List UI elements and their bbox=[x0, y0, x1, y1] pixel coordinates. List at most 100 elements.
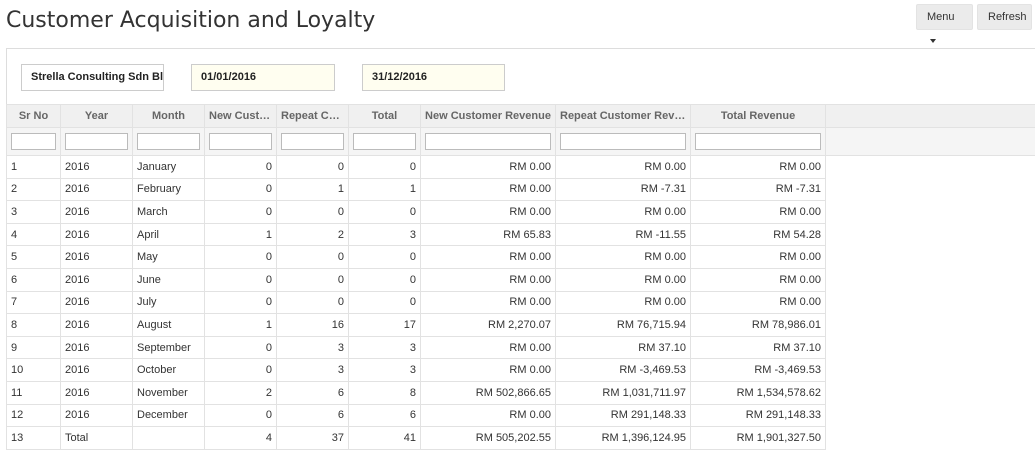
table-row[interactable]: 8 2016 August 1 16 17 RM 2,270.07 RM 76,715.94 R… bbox=[6, 313, 1035, 337]
filter-cell bbox=[276, 127, 349, 156]
col-header-total-revenue[interactable]: Total Revenue bbox=[690, 104, 826, 128]
filter-month-input[interactable] bbox=[137, 133, 200, 150]
cell-year: 2016 bbox=[60, 155, 133, 179]
cell-new-customer-revenue: RM 0.00 bbox=[420, 358, 556, 382]
table-row[interactable]: 2 2016 February 0 1 1 RM 0.00 RM -7.31 RM -7.31 bbox=[6, 177, 1035, 202]
table-row[interactable]: 1 2016 January 0 0 0 RM 0.00 RM 0.00 RM 0.00 bbox=[6, 155, 1035, 179]
cell-repeat-customer-revenue: RM -3,469.53 bbox=[555, 358, 691, 382]
cell-new-customer-revenue: RM 65.83 bbox=[420, 222, 556, 247]
row-spacer bbox=[825, 291, 1035, 314]
col-header-new-customer-revenue[interactable]: New Customer Revenue bbox=[420, 104, 556, 128]
filter-repeat-customers-input[interactable] bbox=[281, 133, 344, 150]
cell-repeat-customer-revenue: RM 0.00 bbox=[555, 200, 691, 224]
table-row[interactable]: 4 2016 April 1 2 3 RM 65.83 RM -11.55 RM 54.28 bbox=[6, 222, 1035, 247]
cell-new-customers: 0 bbox=[204, 245, 277, 269]
refresh-button[interactable]: Refresh bbox=[977, 4, 1032, 30]
cell-total-revenue: RM 54.28 bbox=[690, 222, 826, 247]
cell-repeat-customer-revenue: RM 0.00 bbox=[555, 245, 691, 269]
cell-total: 1 bbox=[348, 177, 421, 202]
cell-repeat-customer-revenue: RM -11.55 bbox=[555, 222, 691, 247]
cell-month: March bbox=[132, 200, 205, 224]
filter-new-customers-input[interactable] bbox=[209, 133, 272, 150]
cell-repeat-customer-revenue: RM 1,396,124.95 bbox=[555, 426, 691, 450]
cell-repeat-customers: 0 bbox=[276, 200, 349, 224]
cell-year: 2016 bbox=[60, 245, 133, 269]
filter-cell bbox=[555, 127, 691, 156]
cell-repeat-customers: 6 bbox=[276, 403, 349, 428]
cell-month: July bbox=[132, 290, 205, 315]
col-header-month[interactable]: Month bbox=[132, 104, 205, 128]
table-row[interactable]: 11 2016 November 2 6 8 RM 502,866.65 RM 1,031,7… bbox=[6, 380, 1035, 405]
cell-month: September bbox=[132, 335, 205, 360]
cell-month: February bbox=[132, 177, 205, 202]
col-header-sr-no[interactable]: Sr No bbox=[6, 104, 61, 128]
filter-total-revenue-input[interactable] bbox=[695, 133, 821, 150]
cell-repeat-customer-revenue: RM 37.10 bbox=[555, 335, 691, 360]
row-spacer bbox=[825, 381, 1035, 405]
company-filter[interactable]: Strella Consulting Sdn Bl bbox=[21, 64, 164, 91]
page-title: Customer Acquisition and Loyalty bbox=[6, 8, 376, 33]
start-date-field[interactable]: 01/01/2016 bbox=[191, 64, 335, 91]
cell-repeat-customers: 3 bbox=[276, 358, 349, 382]
cell-new-customers: 0 bbox=[204, 177, 277, 202]
cell-new-customers: 0 bbox=[204, 358, 277, 382]
cell-total-revenue: RM 0.00 bbox=[690, 290, 826, 315]
cell-new-customers: 4 bbox=[204, 426, 277, 450]
filter-total-input[interactable] bbox=[353, 133, 416, 150]
table-row[interactable]: 10 2016 October 0 3 3 RM 0.00 RM -3,469.53 RM -3… bbox=[6, 358, 1035, 382]
col-header-repeat-customers[interactable]: Repeat Cus... bbox=[276, 104, 349, 128]
menu-button[interactable]: Menu bbox=[916, 4, 973, 44]
cell-total: 0 bbox=[348, 267, 421, 292]
table-row[interactable]: 9 2016 September 0 3 3 RM 0.00 RM 37.10 RM 37.10 bbox=[6, 335, 1035, 360]
filter-cell bbox=[420, 127, 556, 156]
menu-label: Menu bbox=[927, 11, 955, 23]
cell-sr-no: 13 bbox=[6, 426, 61, 450]
cell-new-customer-revenue: RM 0.00 bbox=[420, 290, 556, 315]
col-header-repeat-customer-revenue[interactable]: Repeat Customer Reve... bbox=[555, 104, 691, 128]
cell-new-customer-revenue: RM 0.00 bbox=[420, 335, 556, 360]
cell-repeat-customer-revenue: RM 0.00 bbox=[555, 267, 691, 292]
cell-month: October bbox=[132, 358, 205, 382]
filter-spacer bbox=[825, 127, 1035, 156]
filter-sr-no-input[interactable] bbox=[11, 133, 56, 150]
cell-year: 2016 bbox=[60, 177, 133, 202]
cell-total: 0 bbox=[348, 155, 421, 179]
cell-total: 3 bbox=[348, 358, 421, 382]
cell-month: November bbox=[132, 380, 205, 405]
table-row[interactable]: 13 Total 4 37 41 RM 505,202.55 RM 1,396,124.95… bbox=[6, 426, 1035, 450]
cell-repeat-customers: 3 bbox=[276, 335, 349, 360]
table-row[interactable]: 5 2016 May 0 0 0 RM 0.00 RM 0.00 RM 0.00 bbox=[6, 245, 1035, 269]
filter-repeat-revenue-input[interactable] bbox=[560, 133, 686, 150]
cell-year: 2016 bbox=[60, 222, 133, 247]
cell-new-customers: 2 bbox=[204, 380, 277, 405]
table-row[interactable]: 3 2016 March 0 0 0 RM 0.00 RM 0.00 RM 0.00 bbox=[6, 200, 1035, 224]
cell-year: 2016 bbox=[60, 290, 133, 315]
filter-new-revenue-input[interactable] bbox=[425, 133, 551, 150]
cell-repeat-customers: 0 bbox=[276, 290, 349, 315]
table-row[interactable]: 12 2016 December 0 6 6 RM 0.00 RM 291,148.33 RM … bbox=[6, 403, 1035, 428]
col-header-new-customers[interactable]: New Custo... bbox=[204, 104, 277, 128]
cell-sr-no: 1 bbox=[6, 155, 61, 179]
cell-repeat-customers: 37 bbox=[276, 426, 349, 450]
col-header-total[interactable]: Total bbox=[348, 104, 421, 128]
cell-sr-no: 5 bbox=[6, 245, 61, 269]
cell-sr-no: 9 bbox=[6, 335, 61, 360]
table-row[interactable]: 6 2016 June 0 0 0 RM 0.00 RM 0.00 RM 0.00 bbox=[6, 267, 1035, 292]
cell-month: May bbox=[132, 245, 205, 269]
table-row[interactable]: 7 2016 July 0 0 0 RM 0.00 RM 0.00 RM 0.00 bbox=[6, 290, 1035, 315]
cell-total-revenue: RM 37.10 bbox=[690, 335, 826, 360]
filter-year-input[interactable] bbox=[65, 133, 128, 150]
end-date-field[interactable]: 31/12/2016 bbox=[362, 64, 505, 91]
row-spacer bbox=[825, 313, 1035, 337]
cell-sr-no: 2 bbox=[6, 177, 61, 202]
row-spacer bbox=[825, 358, 1035, 382]
col-header-year[interactable]: Year bbox=[60, 104, 133, 128]
cell-new-customers: 1 bbox=[204, 313, 277, 337]
cell-sr-no: 8 bbox=[6, 313, 61, 337]
filter-cell bbox=[348, 127, 421, 156]
cell-new-customer-revenue: RM 0.00 bbox=[420, 245, 556, 269]
cell-new-customers: 0 bbox=[204, 267, 277, 292]
cell-year: 2016 bbox=[60, 200, 133, 224]
cell-month: April bbox=[132, 222, 205, 247]
header-spacer bbox=[825, 104, 1035, 128]
